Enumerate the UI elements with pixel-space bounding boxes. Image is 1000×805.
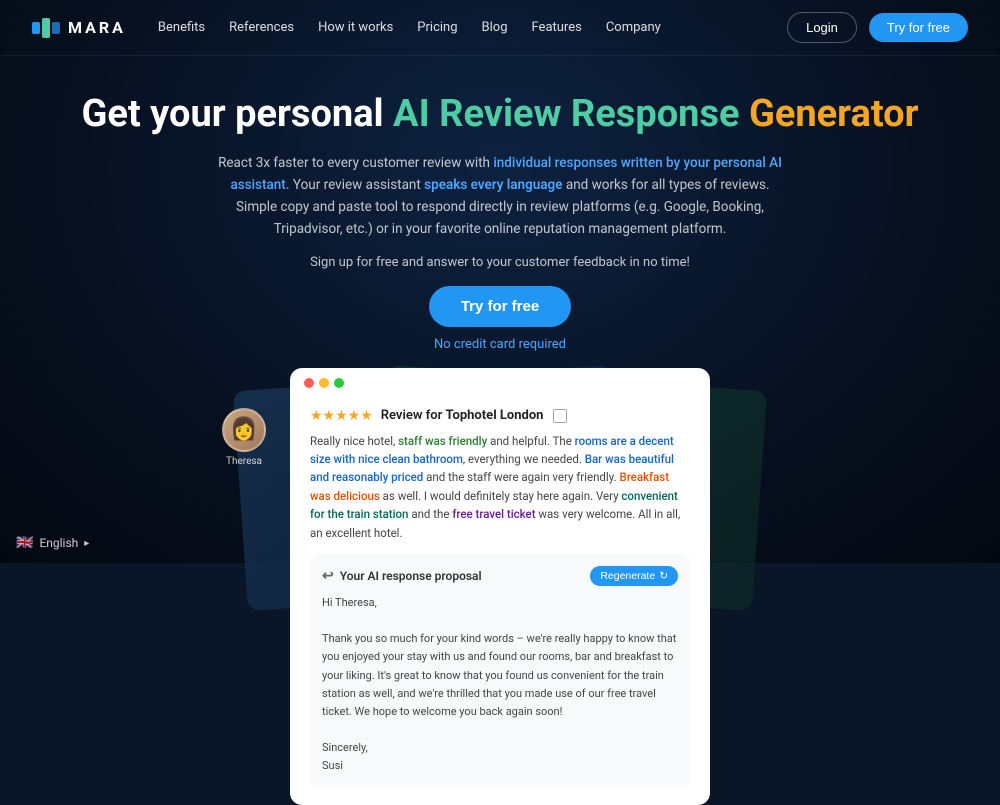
nav-link-how-it-works[interactable]: How it works xyxy=(318,20,393,35)
hotel-name: Tophotel London xyxy=(446,408,544,423)
language-selector[interactable]: 🇬🇧 English ▸ xyxy=(16,535,89,551)
regenerate-label: Regenerate xyxy=(600,570,655,582)
reviewer-avatar-container: 👩 Theresa xyxy=(222,408,266,467)
nav-link-company[interactable]: Company xyxy=(606,20,661,35)
response-header: ↩ Your AI response proposal Regenerate ↻ xyxy=(322,566,678,586)
nav-link-pricing[interactable]: Pricing xyxy=(417,20,457,35)
no-credit-card-label: No credit card required xyxy=(434,337,566,352)
main-card: ★★★★★ Review for Tophotel London Really … xyxy=(290,368,710,805)
nav-link-references[interactable]: References xyxy=(229,20,294,35)
highlight-travel-ticket: free travel ticket xyxy=(452,507,535,521)
navbar: MARA Benefits References How it works Pr… xyxy=(0,0,1000,56)
card-stack: 👩 Theresa ★★★★★ Review for Tophotel Lond… xyxy=(270,368,730,628)
reply-icon: ↩ xyxy=(322,568,334,584)
response-title: ↩ Your AI response proposal xyxy=(322,568,482,584)
nav-links: Benefits References How it works Pricing… xyxy=(158,20,661,35)
nav-link-blog[interactable]: Blog xyxy=(482,20,508,35)
nav-link-benefits[interactable]: Benefits xyxy=(158,20,205,35)
flag-icon: 🇬🇧 xyxy=(16,535,33,551)
response-body: Hi Theresa, Thank you so much for your k… xyxy=(322,594,678,775)
reviewer-name: Theresa xyxy=(226,456,262,467)
review-title: Review for Tophotel London xyxy=(381,408,544,423)
hero-section: Get your personal AI Review Response Gen… xyxy=(0,56,1000,352)
review-stars: ★★★★★ xyxy=(310,408,373,424)
traffic-light-red xyxy=(304,378,314,388)
traffic-lights xyxy=(304,378,344,388)
response-title-text: Your AI response proposal xyxy=(340,569,482,583)
regenerate-button[interactable]: Regenerate ↻ xyxy=(590,566,678,586)
nav-left: MARA Benefits References How it works Pr… xyxy=(32,18,661,38)
nav-right: Login Try for free xyxy=(787,12,968,43)
traffic-light-yellow xyxy=(319,378,329,388)
language-label: English xyxy=(39,536,78,550)
logo-icon xyxy=(32,18,60,38)
logo[interactable]: MARA xyxy=(32,18,126,38)
login-button[interactable]: Login xyxy=(787,12,857,43)
hero-cta-button[interactable]: Try for free xyxy=(429,286,571,327)
review-header: ★★★★★ Review for Tophotel London xyxy=(310,408,690,424)
highlight-staff-friendly: staff was friendly xyxy=(398,434,487,448)
hero-title-generator: Generator xyxy=(749,92,919,136)
review-text: Really nice hotel, staff was friendly an… xyxy=(310,432,690,542)
review-title-prefix: Review for xyxy=(381,408,446,423)
nav-try-button[interactable]: Try for free xyxy=(869,13,968,42)
avatar-emoji: 👩 xyxy=(230,417,257,442)
chevron-down-icon: ▸ xyxy=(84,538,89,549)
nav-link-features[interactable]: Features xyxy=(532,20,582,35)
hero-description: React 3x faster to every customer review… xyxy=(210,152,790,241)
hero-title-prefix: Get your personal xyxy=(81,92,393,136)
brand-name: MARA xyxy=(68,18,126,37)
regenerate-icon: ↻ xyxy=(659,570,668,582)
hero-title: Get your personal AI Review Response Gen… xyxy=(81,92,918,138)
hero-title-ai: AI Review Response xyxy=(393,92,739,136)
hero-highlight-2: speaks every language xyxy=(424,177,562,193)
avatar: 👩 xyxy=(222,408,266,452)
card-area: 👩 Theresa ★★★★★ Review for Tophotel Lond… xyxy=(0,368,1000,628)
traffic-light-green xyxy=(334,378,344,388)
response-section: ↩ Your AI response proposal Regenerate ↻… xyxy=(310,554,690,787)
copy-icon[interactable] xyxy=(553,409,567,423)
hero-signup-text: Sign up for free and answer to your cust… xyxy=(310,255,690,270)
